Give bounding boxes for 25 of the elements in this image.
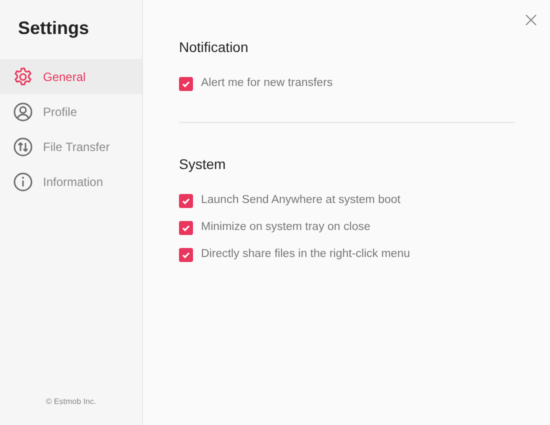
option-label: Launch Send Anywhere at system boot [201,192,400,208]
copyright-text: © Estmob Inc. [46,396,96,408]
check-icon [181,196,191,206]
nav-item[interactable]: File Transfer [0,129,142,164]
option-label: Alert me for new transfers [201,76,333,91]
nav-item[interactable]: Profile [0,94,142,129]
person-icon [13,102,33,122]
arrows-icon [13,136,33,156]
check-icon [181,78,191,88]
info-icon [13,172,33,192]
close-icon[interactable] [525,14,537,26]
checkbox[interactable] [179,248,193,262]
section-heading: Notification [179,38,248,57]
check-icon [181,250,191,260]
check-icon [181,222,191,232]
checkbox[interactable] [179,194,193,208]
sidebar-title: Settings [18,17,90,40]
nav-item[interactable]: General [0,59,142,94]
nav-item[interactable]: Information [0,164,142,199]
checkbox[interactable] [179,220,193,234]
gear-icon [13,66,33,86]
option-label: Minimize on system tray on close [201,220,370,235]
section-heading: System [179,155,226,174]
checkbox[interactable] [179,76,193,90]
option-label: Directly share files in the right-click menu [201,246,410,262]
